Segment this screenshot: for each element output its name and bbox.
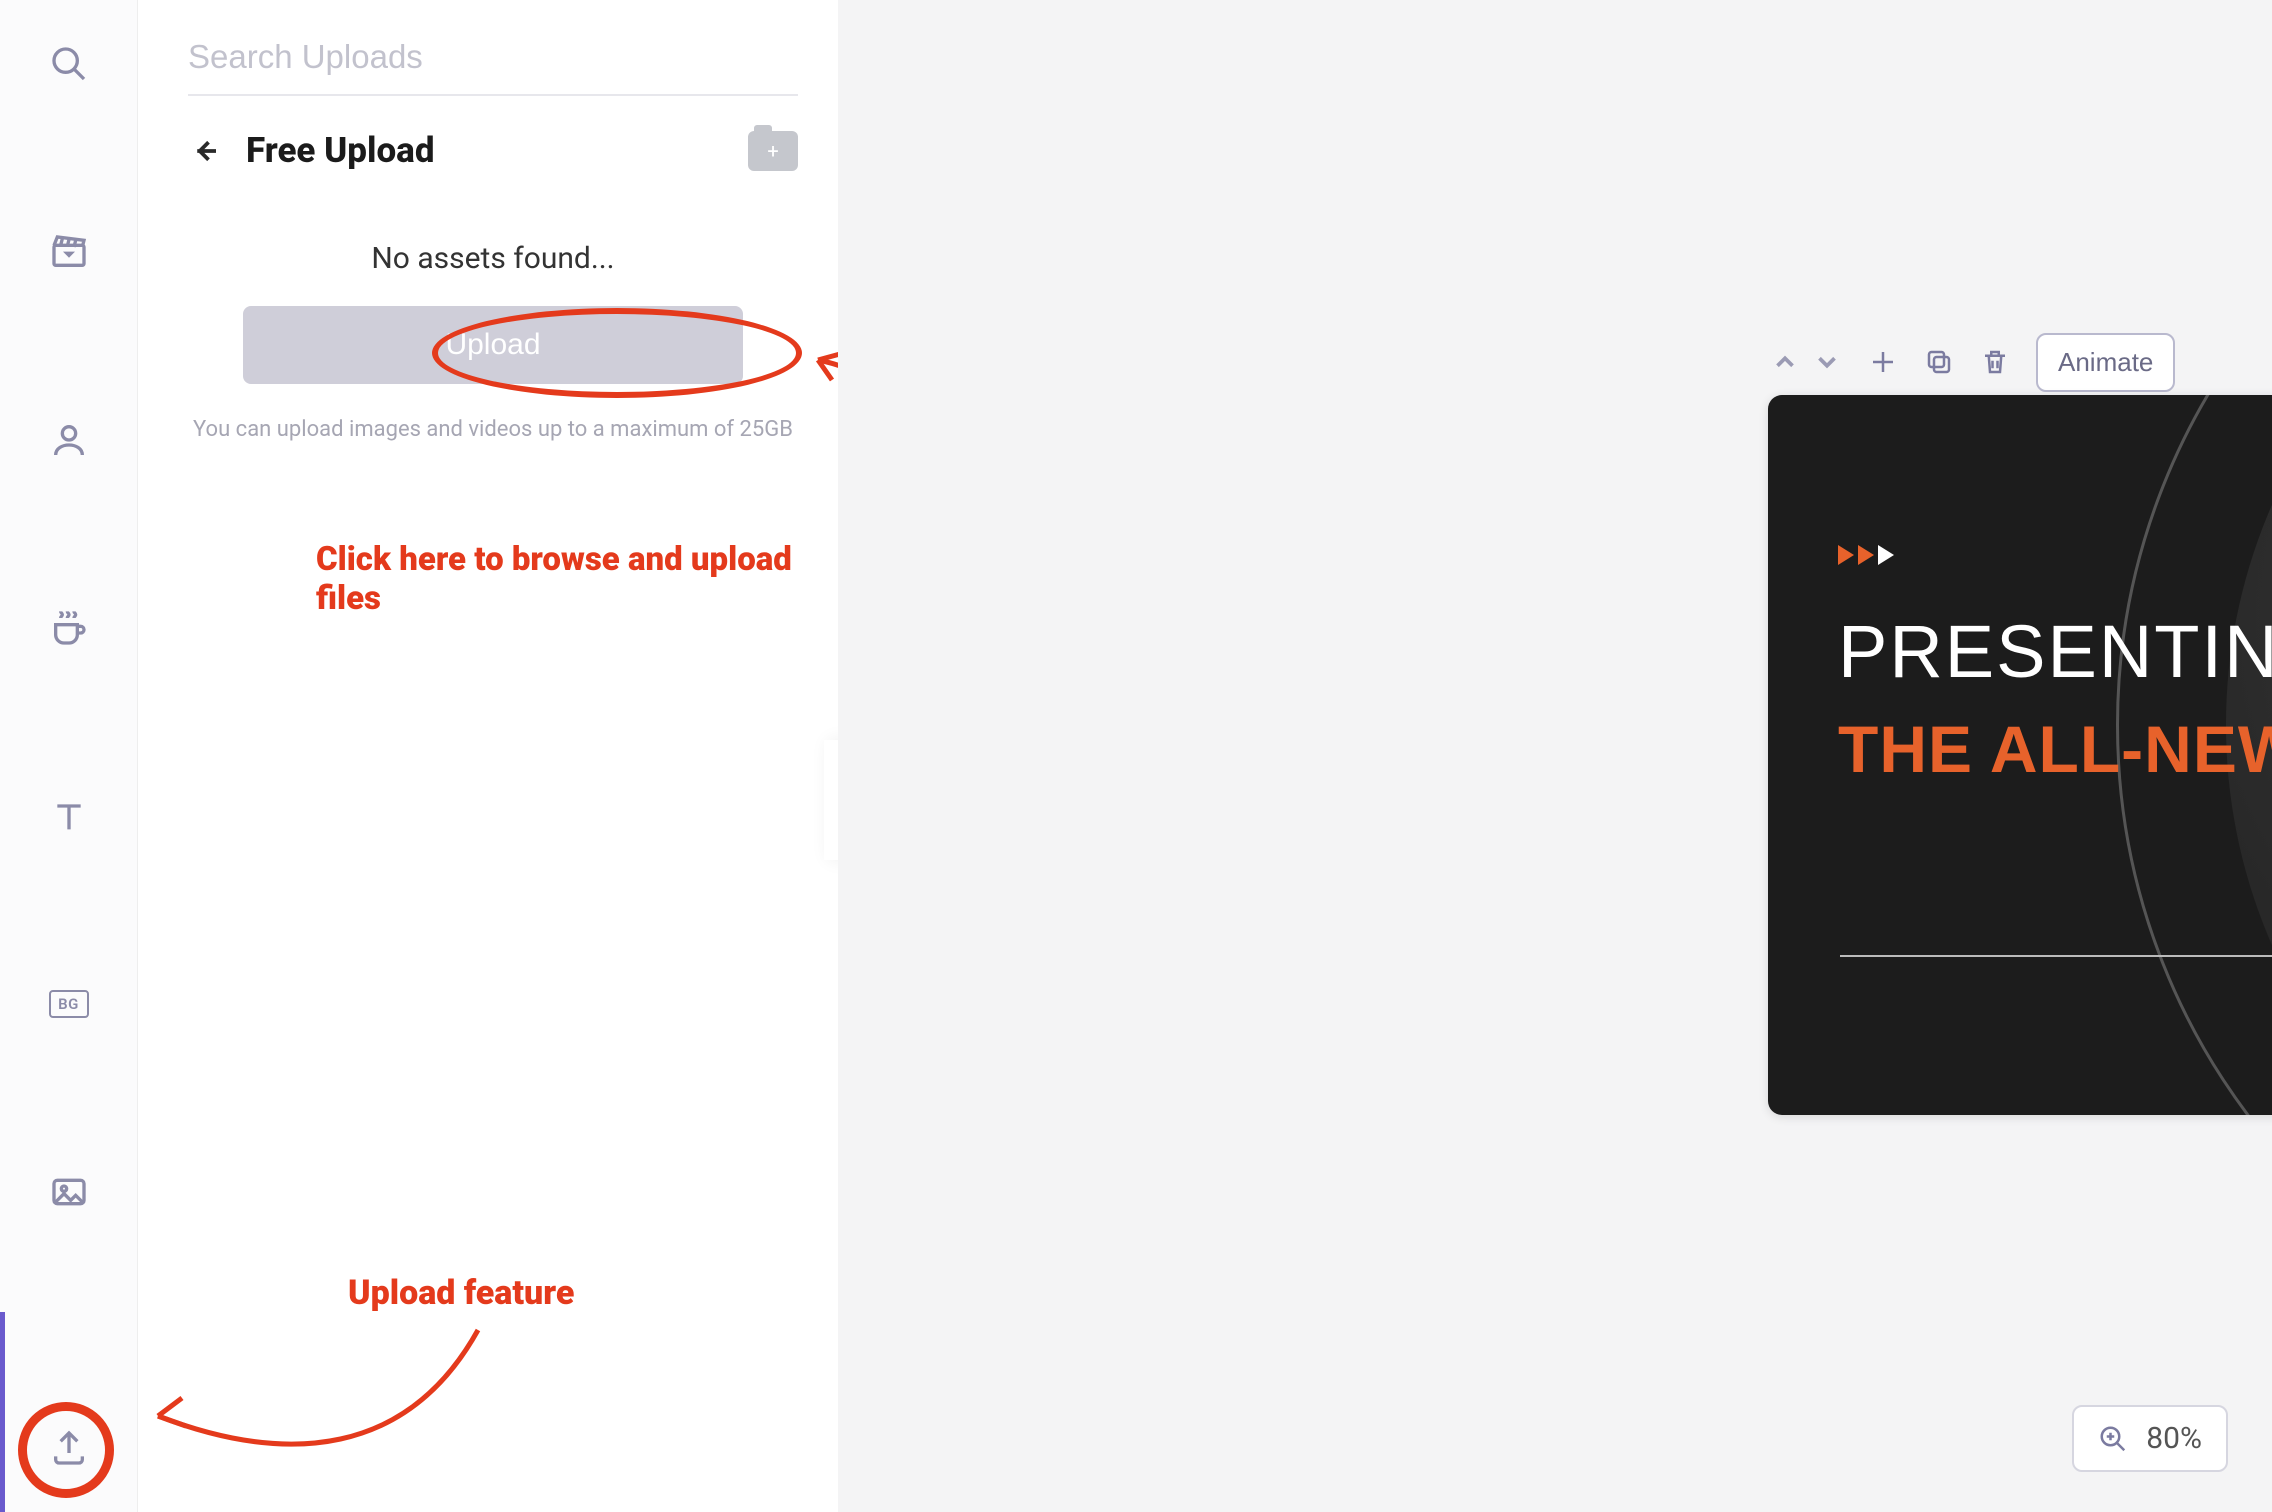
bg-chip[interactable]: BG — [45, 980, 93, 1028]
uploads-panel: Free Upload + No assets found... Upload … — [138, 0, 838, 1512]
rail-active-indicator — [0, 1312, 5, 1512]
avatar-icon[interactable] — [45, 416, 93, 464]
image-icon[interactable] — [45, 1168, 93, 1216]
panel-header: Free Upload + — [188, 130, 798, 171]
search-icon[interactable] — [45, 40, 93, 88]
bg-label: BG — [49, 990, 89, 1018]
annotation-feature-text: Upload feature — [348, 1273, 574, 1313]
slide-toolbar: Animate — [1770, 332, 2122, 392]
slide-subheading: THE ALL-NEW FITNESS APP! — [1838, 713, 2272, 786]
slide-heading: PRESENTING! — [1838, 609, 2272, 694]
upload-help-text: You can upload images and videos up to a… — [188, 414, 798, 446]
duplicate-slide-button[interactable] — [1924, 342, 1954, 382]
panel-title: Free Upload — [246, 130, 726, 171]
clapper-icon[interactable] — [45, 228, 93, 276]
back-button[interactable] — [188, 133, 224, 169]
upload-button[interactable]: Upload — [243, 306, 743, 384]
slide-arrow-strip — [1838, 545, 1894, 565]
zoom-control[interactable]: 80% — [2072, 1405, 2228, 1472]
canvas-area: Animate PRESENTING! THE ALL-NEW FITNESS … — [838, 0, 2272, 1512]
no-assets-message: No assets found... — [188, 241, 798, 276]
coffee-icon[interactable] — [45, 604, 93, 652]
upload-icon[interactable] — [45, 1424, 93, 1472]
annotation-arrow-feature — [128, 1316, 508, 1486]
left-rail: BG — [0, 0, 138, 1512]
text-icon[interactable] — [45, 792, 93, 840]
zoom-value: 80% — [2146, 1421, 2202, 1456]
annotation-upload-text: Click here to browse and upload files — [316, 540, 838, 618]
new-folder-button[interactable]: + — [748, 131, 798, 171]
search-input[interactable] — [188, 38, 798, 76]
add-slide-button[interactable] — [1868, 342, 1898, 382]
slide-divider — [1840, 955, 2272, 957]
slide-up-icon[interactable] — [1770, 347, 1800, 377]
zoom-in-icon — [2098, 1424, 2128, 1454]
plus-icon: + — [767, 139, 778, 163]
animate-button[interactable]: Animate — [2036, 333, 2175, 392]
delete-slide-button[interactable] — [1980, 342, 2010, 382]
search-wrap — [188, 38, 798, 96]
slide[interactable]: PRESENTING! THE ALL-NEW FITNESS APP! — [1768, 395, 2272, 1115]
slide-down-icon[interactable] — [1812, 347, 1842, 377]
